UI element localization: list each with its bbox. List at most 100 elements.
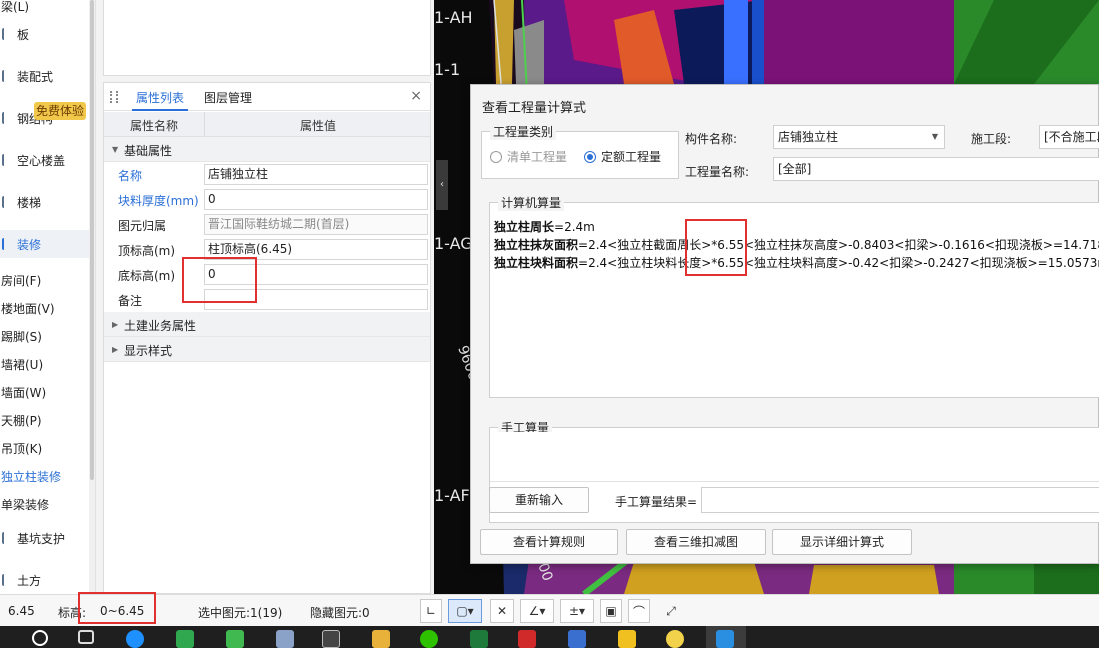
calc-formula-line: 独立柱块料面积=2.4<独立柱块料长度>*6.55<独立柱块料高度>-0.42<… [494,254,1099,271]
expand-right-icon[interactable]: ▶ [112,320,118,329]
cross-select-icon[interactable]: ✕ [490,599,514,623]
red-app-icon[interactable] [518,630,536,648]
calc-formula-line: 独立柱周长=2.4m [494,218,595,235]
view-calc-rules-button[interactable]: 查看计算规则 [480,529,618,555]
nav-item[interactable]: 装配式 [0,62,92,90]
edge-browser-icon[interactable] [126,630,144,648]
property-value-field[interactable]: 晋江国际鞋纺城二期(首层) [204,214,428,235]
show-detail-formula-button[interactable]: 显示详细计算式 [772,529,912,555]
arc-tool-icon[interactable]: ⌒ [628,599,650,623]
nav-item[interactable]: 踢脚(S) [0,322,92,350]
module-icon [2,574,8,586]
nav-scroll-thumb[interactable] [90,0,94,480]
free-trial-badge[interactable]: 免费体验 [34,102,86,120]
property-row[interactable]: 图元归属 晋江国际鞋纺城二期(首层) [104,212,430,237]
expand-icon[interactable]: ⤢ [660,599,682,623]
radio-unchecked-icon[interactable] [490,150,502,163]
drag-grip-icon[interactable] [110,91,118,103]
property-row[interactable]: 顶标高(m) 柱顶标高(6.45) [104,237,430,262]
nav-item-label: 基坑支护 [17,531,66,546]
status-hidden-count: 隐藏图元:0 [310,606,370,620]
round-app-icon[interactable] [666,630,684,648]
blue-app-icon[interactable] [568,630,586,648]
group-basic-properties[interactable]: ▼ 基础属性 [104,137,430,162]
view-toggle-icon[interactable]: ▣ [600,599,622,623]
nav-item-label: 天棚(P) [1,413,42,428]
nav-item[interactable]: 板 [0,20,92,48]
construction-stage-select[interactable]: [不合施工段 [1039,125,1099,149]
nav-item-label: 空心楼盖 [17,153,66,168]
task-view-icon[interactable] [78,630,94,644]
nav-item[interactable]: 基坑支护 [0,524,92,552]
calc-formula-text: =2.4<独立柱截面周长>*6.55<独立柱抹灰高度>-0.8403<扣梁>-0… [578,238,1099,252]
nav-item[interactable]: 房间(F) [0,266,92,294]
file-explorer-icon[interactable] [372,630,390,648]
radio-list-quantity[interactable]: 清单工程量 [490,148,567,165]
nav-item-label: 梁(L) [1,0,30,14]
group-civil-properties[interactable]: ▶ 土建业务属性 [104,312,430,337]
yellow-app-icon[interactable] [618,630,636,648]
nav-item-label: 土方 [17,573,42,588]
selection-box-icon[interactable]: ▢▾ [448,599,482,623]
nav-item[interactable]: 梁(L) [0,0,92,20]
nav-scrollbar[interactable] [89,0,95,594]
nav-item-label: 单梁装修 [1,497,50,512]
expand-down-icon[interactable]: ▼ [112,145,118,154]
nav-item[interactable]: 吊顶(K) [0,434,92,462]
search-icon[interactable] [32,630,48,646]
wechat-icon[interactable] [420,630,438,648]
nav-item[interactable]: 天棚(P) [0,406,92,434]
manual-formula-input[interactable] [490,432,1099,482]
nav-item[interactable]: 独立柱装修 [0,462,92,490]
document-icon[interactable] [276,630,294,648]
nav-item-label: 装配式 [17,69,54,84]
dropdown-arrow-icon[interactable]: ▼ [932,126,938,148]
ortho-snap-icon[interactable]: ∟ [420,599,442,623]
offset-tool-icon[interactable]: ±▾ [560,599,594,623]
calc-formula-line: 独立柱抹灰面积=2.4<独立柱截面周长>*6.55<独立柱抹灰高度>-0.840… [494,236,1099,253]
nav-item[interactable]: 装修 [0,230,92,258]
property-name: 块料厚度(mm) [118,194,199,208]
component-name-select[interactable]: 店铺独立柱 ▼ [773,125,945,149]
nav-item[interactable]: 楼梯 [0,188,92,216]
manual-result-field[interactable] [701,487,1099,513]
angle-tool-icon[interactable]: ∠▾ [520,599,554,623]
close-icon[interactable]: × [410,88,422,104]
radio-checked-icon[interactable] [584,150,596,163]
property-tabs: 属性列表 图层管理 × [104,83,430,111]
view-3d-deduction-button[interactable]: 查看三维扣减图 [626,529,766,555]
status-height-value: 6.45 [8,604,35,618]
green-app-icon[interactable] [470,630,488,648]
nav-item[interactable]: 楼地面(V) [0,294,92,322]
group-display-style[interactable]: ▶ 显示样式 [104,337,430,362]
expand-right-icon[interactable]: ▶ [112,345,118,354]
nav-item[interactable]: 墙裙(U) [0,350,92,378]
property-row[interactable]: 块料厚度(mm) 0 [104,187,430,212]
nav-item[interactable]: 空心楼盖 [0,146,92,174]
property-name: 名称 [118,169,143,183]
quantity-name-select[interactable]: [全部] [773,157,1099,181]
app-t-icon[interactable] [226,630,244,648]
monitor-app-icon[interactable] [322,630,340,648]
grid-axis-label: 1-AH [434,8,473,27]
glodon-app-icon[interactable] [716,630,734,648]
collapse-panel-icon[interactable]: ‹ [436,160,448,210]
property-value-field[interactable]: 0 [204,189,428,210]
status-selected-count: 选中图元:1(19) [198,606,283,620]
tab-layer-manager[interactable]: 图层管理 [204,89,252,106]
nav-item[interactable]: 墙面(W) [0,378,92,406]
property-value-field[interactable]: 店铺独立柱 [204,164,428,185]
module-icon [2,532,8,544]
reinput-button[interactable]: 重新输入 [489,487,589,513]
column-divider [204,112,205,137]
radio-quota-quantity[interactable]: 定额工程量 [584,148,661,165]
property-row[interactable]: 底标高(m) 0 [104,262,430,287]
calculator-icon[interactable] [176,630,194,648]
nav-item[interactable]: 单梁装修 [0,490,92,518]
nav-item[interactable]: 土方 [0,566,92,594]
property-row[interactable]: 备注 [104,287,430,312]
tab-property-list[interactable]: 属性列表 [136,89,184,106]
grid-axis-label: 1-1 [434,60,461,79]
property-row[interactable]: 名称 店铺独立柱 [104,162,430,187]
radio-label: 清单工程量 [507,150,568,164]
